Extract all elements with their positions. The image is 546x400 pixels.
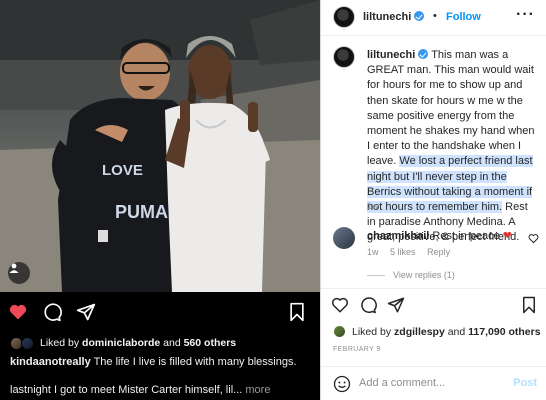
- liked-by-count[interactable]: 560 others: [184, 337, 237, 349]
- comment-icon[interactable]: [359, 296, 377, 317]
- feed-liked-by: Liked by dominiclaborde and 560 others: [10, 335, 236, 351]
- divider: [321, 288, 546, 289]
- caption-age[interactable]: 1w: [367, 201, 379, 211]
- feed-caption: kindaanotreally The life I live is fille…: [10, 355, 315, 369]
- liked-by-count[interactable]: 117,090 others: [468, 326, 540, 338]
- photo-illustration: LOVE PUMA: [0, 0, 320, 292]
- verified-icon: [418, 49, 429, 59]
- comment-likes[interactable]: 5 likes: [390, 247, 416, 257]
- caption-text: lastnight I got to meet Mister Carter hi…: [10, 384, 243, 396]
- liked-by-prefix: Liked by: [352, 325, 392, 338]
- separator-dot: •: [433, 10, 437, 22]
- post-username[interactable]: liltunechi: [363, 11, 425, 23]
- comment-meta: 1w 5 likes Reply: [367, 247, 459, 257]
- post-button[interactable]: Post: [513, 377, 537, 389]
- comment-input[interactable]: [359, 375, 499, 391]
- bookmark-icon[interactable]: [288, 302, 306, 325]
- avatar[interactable]: [333, 227, 355, 249]
- feed-caption-line: lastnight I got to meet Mister Carter hi…: [10, 383, 315, 397]
- add-comment-bar: Post: [321, 367, 546, 400]
- user-tag-icon[interactable]: [8, 262, 30, 284]
- post-photo[interactable]: LOVE PUMA: [0, 0, 320, 292]
- hoodie-text-1: LOVE: [102, 162, 143, 179]
- comment-age[interactable]: 1w: [367, 247, 379, 257]
- comment-heart-icon[interactable]: [528, 233, 539, 247]
- liker-avatar: [333, 325, 346, 338]
- post-header: liltunechi • Follow ···: [321, 0, 546, 36]
- bookmark-icon[interactable]: [521, 296, 537, 317]
- feed-action-bar: [0, 298, 320, 328]
- follow-button[interactable]: Follow: [446, 11, 481, 23]
- heart-icon[interactable]: [331, 296, 349, 317]
- comment-text: Rest in peace: [432, 230, 500, 242]
- caption-more-link[interactable]: more: [245, 384, 270, 396]
- liked-by-and: and: [447, 325, 466, 338]
- liker-avatar: [21, 336, 34, 350]
- verified-icon: [414, 11, 425, 21]
- view-replies-label: View replies (1): [393, 270, 455, 280]
- caption-text: The life I live is filled with many bles…: [93, 356, 297, 368]
- post-action-bar: [321, 294, 546, 318]
- caption-username[interactable]: liltunechi: [367, 49, 415, 61]
- heart-icon[interactable]: [8, 302, 28, 325]
- hoodie-text-2: PUMA: [115, 202, 168, 222]
- liked-by-user[interactable]: zdgillespy: [394, 326, 445, 338]
- liked-by-and: and: [163, 337, 181, 349]
- liked-by-user[interactable]: dominiclaborde: [82, 337, 160, 349]
- post-liked-by: Liked by zdgillespy and 117,090 others: [333, 325, 541, 338]
- comment-username[interactable]: chazmikhail: [367, 230, 429, 242]
- comment-icon[interactable]: [42, 302, 62, 325]
- replies-line: [367, 274, 385, 276]
- view-replies-button[interactable]: View replies (1): [367, 270, 455, 280]
- share-icon[interactable]: [387, 296, 405, 317]
- share-icon[interactable]: [76, 302, 96, 325]
- caption-text: This man was a GREAT man. This man would…: [367, 49, 535, 168]
- liked-by-prefix: Liked by: [40, 337, 80, 349]
- post-date[interactable]: FEBRUARY 9: [333, 346, 381, 353]
- feed-panel: LOVE PUMA Liked by dominiclaborde and 56…: [0, 0, 320, 400]
- emoji-icon[interactable]: [333, 375, 351, 396]
- avatar[interactable]: [333, 6, 355, 28]
- caption-body: liltunechi This man was a GREAT man. Thi…: [367, 48, 537, 246]
- post-detail-panel: liltunechi • Follow ··· liltunechi This …: [320, 0, 546, 400]
- heart-emoji: ❤: [502, 230, 512, 242]
- comment-body: chazmikhail Rest in peace ❤: [367, 229, 527, 242]
- reply-button[interactable]: Reply: [427, 247, 450, 257]
- avatar[interactable]: [333, 46, 355, 68]
- caption-username[interactable]: kindaanotreally: [10, 356, 91, 368]
- more-icon[interactable]: ···: [516, 6, 535, 24]
